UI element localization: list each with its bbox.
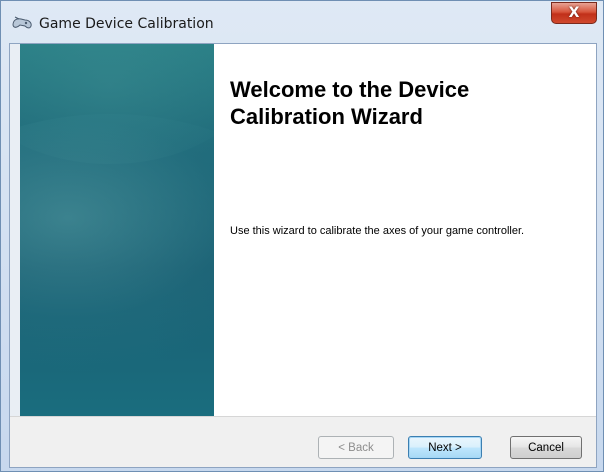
next-button[interactable]: Next > (408, 436, 482, 459)
game-controller-icon (11, 15, 33, 31)
wizard-content: Welcome to the Device Calibration Wizard… (9, 43, 597, 468)
button-bar: < Back Next > Cancel (10, 416, 596, 467)
cancel-button[interactable]: Cancel (510, 436, 582, 459)
window-title: Game Device Calibration (39, 16, 214, 32)
banner-decoration-swoosh (20, 114, 214, 374)
back-button[interactable]: < Back (318, 436, 394, 459)
wizard-side-banner (20, 44, 214, 416)
wizard-heading: Welcome to the Device Calibration Wizard (230, 77, 470, 129)
title-bar[interactable]: Game Device Calibration X (1, 1, 603, 43)
close-icon: X (568, 5, 580, 21)
close-button[interactable]: X (551, 2, 597, 24)
calibration-window: Game Device Calibration X Welcome to the… (0, 0, 604, 472)
wizard-description: Use this wizard to calibrate the axes of… (230, 225, 525, 237)
side-panel-border (10, 44, 20, 416)
